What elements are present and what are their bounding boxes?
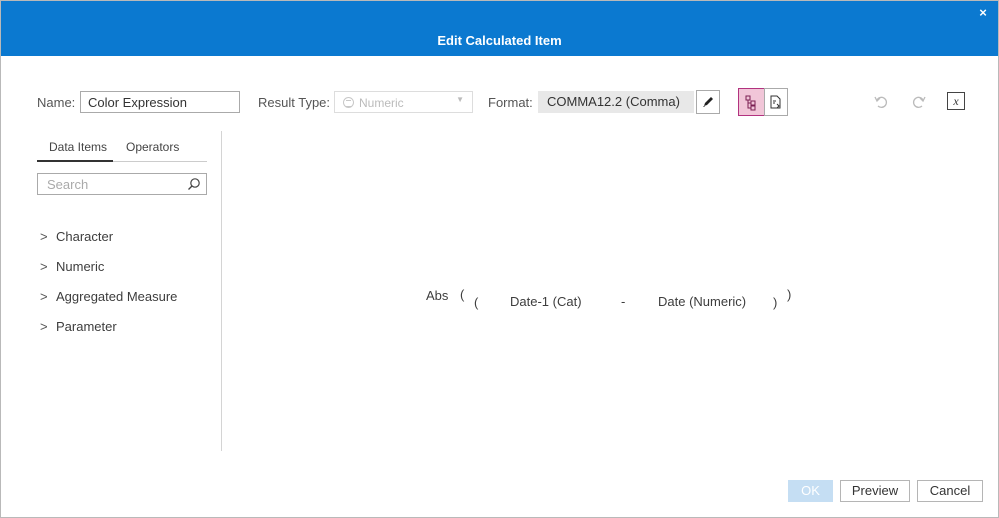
tree-item-parameter[interactable]: > Parameter <box>40 319 117 334</box>
tab-operators[interactable]: Operators <box>126 140 179 160</box>
expression-left-operand[interactable]: Date-1 (Cat) <box>510 294 582 309</box>
tab-data-items[interactable]: Data Items <box>37 140 113 162</box>
data-tabs: Data Items Operators <box>37 140 207 162</box>
numeric-type-icon <box>343 97 354 108</box>
name-input[interactable] <box>80 91 240 113</box>
name-label: Name: <box>37 95 76 110</box>
undo-icon <box>874 96 887 108</box>
expression-close-paren-inner[interactable]: ) <box>773 295 777 310</box>
result-type-label: Result Type: <box>258 95 331 110</box>
expression-right-operand[interactable]: Date (Numeric) <box>658 294 746 309</box>
preview-button[interactable]: Preview <box>840 480 910 502</box>
search-input[interactable] <box>38 174 184 194</box>
tree-item-numeric[interactable]: > Numeric <box>40 259 104 274</box>
search-box <box>37 173 207 195</box>
result-type-select[interactable]: Numeric ▼ <box>334 91 473 113</box>
cancel-button[interactable]: Cancel <box>917 480 983 502</box>
close-icon[interactable]: × <box>976 6 990 20</box>
chevron-right-icon: > <box>40 259 48 274</box>
redo-icon <box>913 96 926 108</box>
tree-view-toggle[interactable] <box>738 88 765 116</box>
redo-button[interactable] <box>909 92 929 112</box>
tree-item-character[interactable]: > Character <box>40 229 113 244</box>
expression-function[interactable]: Abs <box>426 288 448 303</box>
ok-button[interactable]: OK <box>788 480 833 502</box>
tree-item-label: Character <box>56 229 114 244</box>
edit-format-button[interactable] <box>696 90 720 114</box>
format-label: Format: <box>488 95 533 110</box>
tree-item-label: Parameter <box>56 319 117 334</box>
dialog-title: Edit Calculated Item <box>437 33 562 48</box>
format-value: COMMA12.2 (Comma) <box>538 91 694 113</box>
panel-divider <box>221 131 222 451</box>
tree-item-label: Numeric <box>56 259 105 274</box>
tree-item-aggregated-measure[interactable]: > Aggregated Measure <box>40 289 177 304</box>
expression-open-paren-outer[interactable]: ( <box>460 287 464 302</box>
chevron-right-icon: > <box>40 229 48 244</box>
search-icon[interactable] <box>187 177 201 191</box>
title-bar: Edit Calculated Item × <box>1 1 998 56</box>
edit-calculated-item-dialog: Edit Calculated Item × Name: Result Type… <box>0 0 999 518</box>
text-view-icon <box>770 95 781 109</box>
tree-view-icon <box>745 95 756 111</box>
expression-open-paren-inner[interactable]: ( <box>474 295 478 310</box>
formula-icon[interactable]: x <box>947 92 965 110</box>
tree-item-label: Aggregated Measure <box>56 289 178 304</box>
expression-close-paren-outer[interactable]: ) <box>787 287 791 302</box>
expression-operator[interactable]: - <box>621 294 625 309</box>
undo-button[interactable] <box>871 92 891 112</box>
chevron-down-icon: ▼ <box>456 95 464 104</box>
chevron-right-icon: > <box>40 319 48 334</box>
result-type-value: Numeric <box>359 96 404 110</box>
text-view-toggle[interactable] <box>764 88 788 116</box>
pencil-icon <box>703 97 713 107</box>
chevron-right-icon: > <box>40 289 48 304</box>
